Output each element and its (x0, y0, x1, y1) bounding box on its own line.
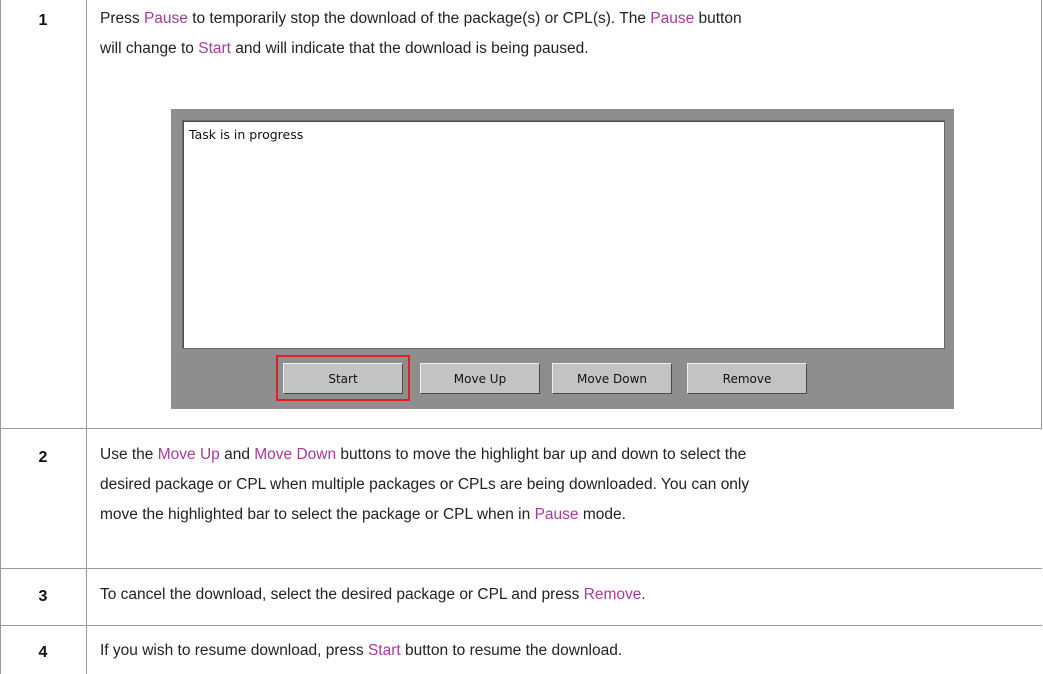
text-run: To cancel the download, select the desir… (100, 586, 584, 603)
task-status-text: Task is in progress (189, 127, 304, 142)
text-run: button (694, 10, 742, 27)
text-run: to temporarily stop the download of the … (187, 10, 651, 27)
text-run: and (219, 446, 255, 463)
table-right-border (1041, 0, 1042, 428)
highlighted-term: Start (198, 40, 231, 57)
move-down-button[interactable]: Move Down (552, 363, 672, 394)
text-run: desired package or CPL when multiple pac… (100, 476, 750, 493)
step-text-line: will change to Start and will indicate t… (100, 34, 1015, 64)
text-run: will change to (100, 40, 199, 57)
step-text-line: desired package or CPL when multiple pac… (100, 470, 1015, 500)
text-run: move the highlighted bar to select the p… (100, 506, 535, 523)
text-run: Press (100, 10, 144, 27)
highlighted-term: Remove (583, 586, 642, 603)
text-run: and will indicate that the download is b… (230, 40, 589, 57)
step-number: 3 (38, 588, 48, 605)
step-text-line: move the highlighted bar to select the p… (100, 500, 1015, 530)
start-button-highlight-frame (276, 355, 410, 401)
task-status-panel: Task is in progress (182, 120, 945, 349)
embedded-screenshot: Task is in progress Start Move Up Move D… (171, 109, 954, 409)
step-number: 1 (38, 12, 48, 29)
step-text: Use the Move Up and Move Down buttons to… (100, 440, 1015, 530)
highlighted-term: Move Up (157, 446, 220, 463)
step-number: 4 (38, 644, 48, 661)
row-divider-3 (0, 625, 1042, 626)
highlighted-term: Pause (143, 10, 188, 27)
highlighted-term: Start (367, 642, 401, 659)
text-run: If you wish to resume download, press (100, 642, 368, 659)
move-up-button[interactable]: Move Up (420, 363, 540, 394)
step-text: If you wish to resume download, press St… (100, 636, 1015, 666)
step-text-line: If you wish to resume download, press St… (100, 636, 1015, 666)
table-left-border (0, 0, 1, 674)
text-run: button to resume the download. (400, 642, 623, 659)
step-text-line: Use the Move Up and Move Down buttons to… (100, 440, 1015, 470)
step-text: Press Pause to temporarily stop the down… (100, 4, 1015, 64)
step-text: To cancel the download, select the desir… (100, 580, 1015, 610)
highlighted-term: Move Down (254, 446, 337, 463)
row-divider-2 (0, 568, 1042, 569)
row-divider-1 (0, 428, 1042, 429)
step-text-line: To cancel the download, select the desir… (100, 580, 1015, 610)
remove-button[interactable]: Remove (687, 363, 807, 394)
text-run: mode. (578, 506, 626, 523)
highlighted-term: Pause (650, 10, 695, 27)
table-column-divider (86, 0, 87, 674)
highlighted-term: Pause (534, 506, 579, 523)
step-text-line: Press Pause to temporarily stop the down… (100, 4, 1015, 34)
text-run: . (641, 586, 646, 603)
text-run: Use the (100, 446, 158, 463)
step-number: 2 (38, 449, 48, 466)
text-run: buttons to move the highlight bar up and… (336, 446, 747, 463)
